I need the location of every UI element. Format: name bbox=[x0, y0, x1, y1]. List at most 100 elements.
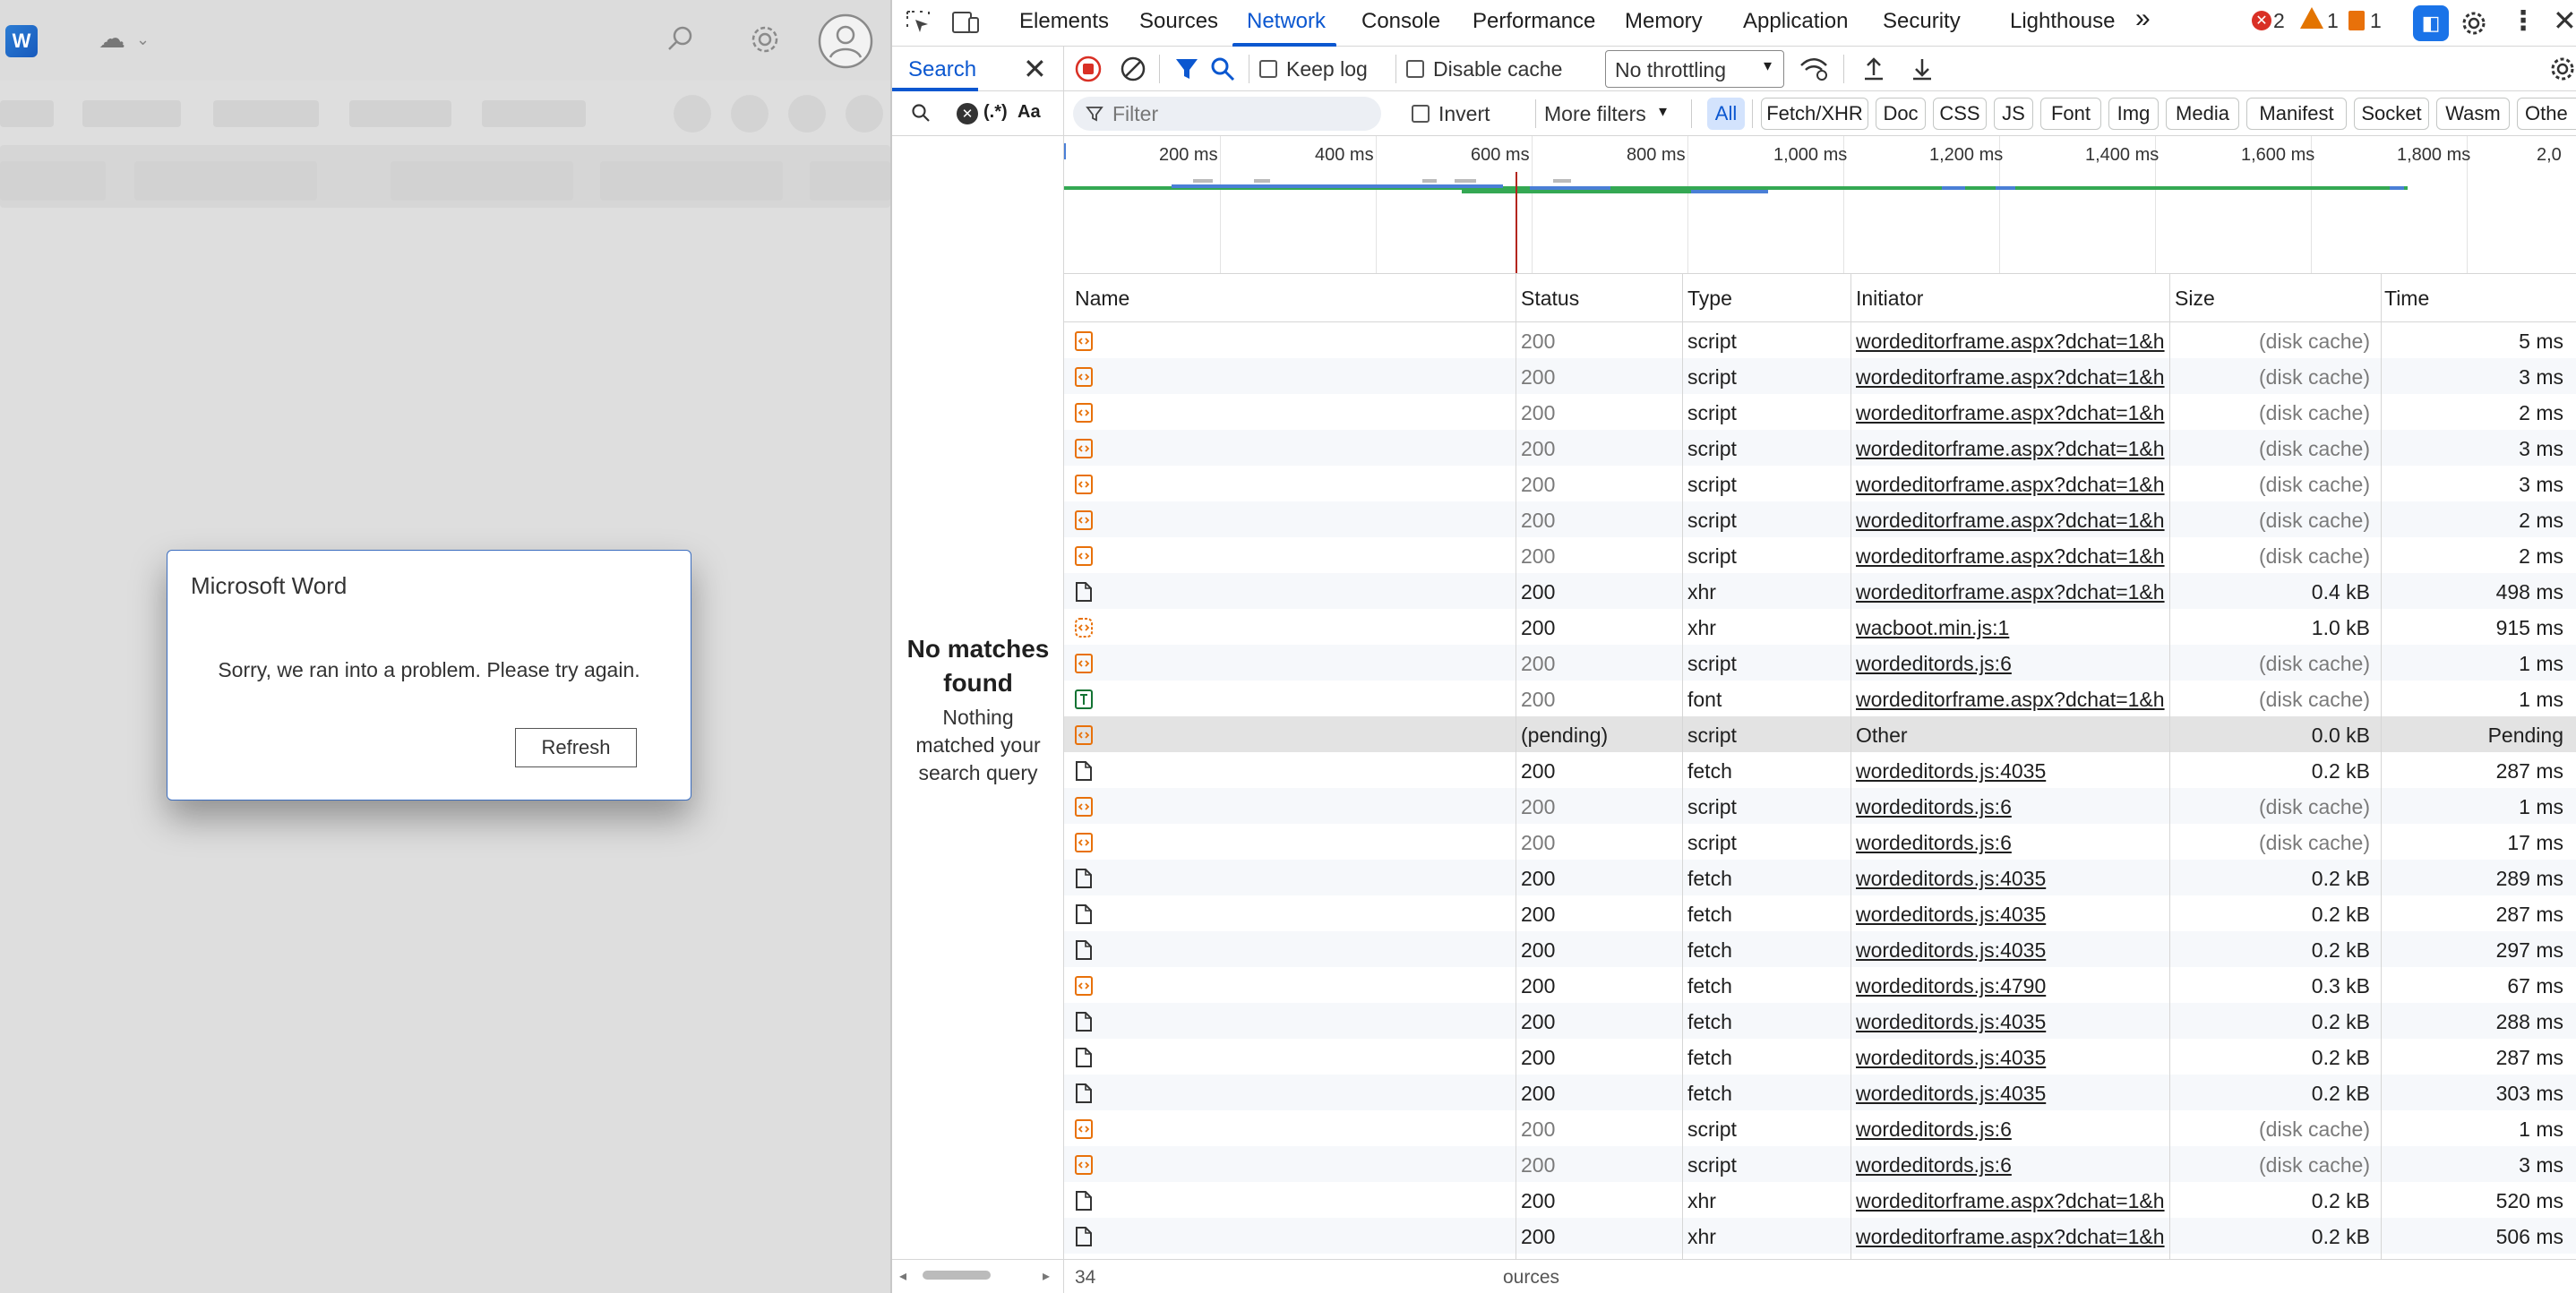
copilot-icon[interactable]: ◧ bbox=[2413, 5, 2449, 41]
column-header-initiator[interactable]: Initiator bbox=[1856, 287, 1923, 311]
error-count[interactable]: 2 bbox=[2273, 9, 2285, 33]
more-options-icon[interactable]: ⋮ bbox=[2510, 5, 2537, 37]
row-initiator-link[interactable]: wordeditorframe.aspx?dchat=1&h bbox=[1856, 473, 2169, 497]
invert-label[interactable]: Invert bbox=[1438, 102, 1490, 126]
filter-chip-img[interactable]: Img bbox=[2108, 98, 2159, 130]
tab-memory[interactable]: Memory bbox=[1625, 9, 1703, 34]
row-initiator-link[interactable]: wordeditords.js:6 bbox=[1856, 831, 2169, 855]
chevron-down-icon[interactable]: ⌄ bbox=[136, 30, 150, 49]
table-row[interactable]: 200 script wordeditorframe.aspx?dchat=1&h (… bbox=[1064, 501, 2576, 537]
row-initiator-link[interactable]: wordeditords.js:4035 bbox=[1856, 867, 2169, 891]
filter-chip-manifest[interactable]: Manifest bbox=[2246, 98, 2347, 130]
row-initiator-link[interactable]: wordeditorframe.aspx?dchat=1&h bbox=[1856, 365, 2169, 390]
tab-console[interactable]: Console bbox=[1361, 9, 1440, 34]
filter-chip-other[interactable]: Othe bbox=[2517, 98, 2576, 130]
table-row[interactable]: 200 script wordeditorframe.aspx?dchat=1&h (… bbox=[1064, 394, 2576, 430]
table-row[interactable]: 200 fetch wordeditords.js:4035 0.2 kB 303 ms bbox=[1064, 1075, 2576, 1110]
tab-performance[interactable]: Performance bbox=[1473, 9, 1595, 34]
tab-network[interactable]: Network bbox=[1247, 9, 1326, 34]
filter-chip-js[interactable]: JS bbox=[1994, 98, 2033, 130]
table-row[interactable]: 200 font wordeditorframe.aspx?dchat=1&h (di… bbox=[1064, 681, 2576, 716]
more-filters-dropdown[interactable]: More filters bbox=[1544, 102, 1646, 126]
filter-chip-socket[interactable]: Socket bbox=[2354, 98, 2429, 130]
table-row[interactable]: 200 script wordeditorframe.aspx?dchat=1&h (… bbox=[1064, 466, 2576, 501]
filter-input[interactable]: Filter bbox=[1073, 97, 1381, 131]
row-initiator-link[interactable]: wordeditords.js:6 bbox=[1856, 1117, 2169, 1142]
account-avatar-icon[interactable] bbox=[817, 13, 874, 70]
column-header-status[interactable]: Status bbox=[1521, 287, 1579, 311]
filter-chip-wasm[interactable]: Wasm bbox=[2436, 98, 2510, 130]
disable-cache-label[interactable]: Disable cache bbox=[1433, 57, 1562, 81]
search-panel-scrollbar[interactable]: ◂ ▸ bbox=[892, 1259, 1064, 1293]
more-tabs-button[interactable]: » bbox=[2135, 4, 2151, 34]
row-initiator-link[interactable]: wordeditords.js:4035 bbox=[1856, 1010, 2169, 1034]
warning-icon[interactable] bbox=[2300, 7, 2323, 29]
row-initiator-link[interactable]: wordeditords.js:6 bbox=[1856, 795, 2169, 819]
export-har-icon[interactable] bbox=[1910, 56, 1935, 82]
table-row[interactable]: 200 fetch wordeditords.js:4035 0.2 kB 287 ms bbox=[1064, 895, 2576, 931]
table-row[interactable]: 200 xhr wordeditorframe.aspx?dchat=1&h 0.2 … bbox=[1064, 1218, 2576, 1254]
network-conditions-icon[interactable] bbox=[1799, 56, 1829, 82]
settings-gear-icon[interactable] bbox=[2458, 7, 2490, 39]
search-panel-title[interactable]: Search bbox=[908, 57, 976, 82]
table-row[interactable]: 200 script wordeditords.js:6 (disk cache) 1 … bbox=[1064, 788, 2576, 824]
table-row[interactable]: 200 fetch wordeditords.js:4790 0.3 kB 67 ms bbox=[1064, 967, 2576, 1003]
column-divider[interactable] bbox=[1850, 274, 1851, 1259]
row-initiator-link[interactable]: wordeditorframe.aspx?dchat=1&h bbox=[1856, 1189, 2169, 1213]
row-initiator-link[interactable]: wordeditorframe.aspx?dchat=1&h bbox=[1856, 509, 2169, 533]
word-logo-icon[interactable]: W bbox=[5, 25, 38, 57]
column-header-type[interactable]: Type bbox=[1687, 287, 1732, 311]
column-divider[interactable] bbox=[2169, 274, 2170, 1259]
table-row[interactable]: 200 fetch wordeditords.js:4035 0.2 kB 289 ms bbox=[1064, 860, 2576, 895]
row-initiator-link[interactable]: wordeditorframe.aspx?dchat=1&h bbox=[1856, 330, 2169, 354]
import-har-icon[interactable] bbox=[1861, 56, 1886, 82]
scrollbar-thumb[interactable] bbox=[923, 1271, 991, 1280]
error-icon[interactable]: ✕ bbox=[2252, 11, 2271, 30]
row-initiator-link[interactable]: wordeditords.js:4035 bbox=[1856, 1082, 2169, 1106]
table-row[interactable]: 200 script wordeditords.js:6 (disk cache) 3 … bbox=[1064, 1146, 2576, 1182]
row-initiator-link[interactable]: wordeditords.js:4035 bbox=[1856, 938, 2169, 963]
network-settings-icon[interactable] bbox=[2547, 54, 2576, 84]
filter-chip-fetch-xhr[interactable]: Fetch/XHR bbox=[1761, 98, 1868, 130]
tab-sources[interactable]: Sources bbox=[1139, 9, 1218, 34]
column-header-size[interactable]: Size bbox=[2175, 287, 2215, 311]
row-initiator-link[interactable]: wordeditorframe.aspx?dchat=1&h bbox=[1856, 401, 2169, 425]
regex-toggle[interactable]: (.*) bbox=[983, 102, 1008, 123]
column-divider[interactable] bbox=[2381, 274, 2382, 1259]
row-initiator-link[interactable]: wordeditorframe.aspx?dchat=1&h bbox=[1856, 580, 2169, 604]
filter-chip-all[interactable]: All bbox=[1707, 98, 1745, 130]
invert-checkbox[interactable] bbox=[1412, 105, 1430, 123]
record-stop-icon[interactable] bbox=[1075, 56, 1102, 82]
row-initiator-link[interactable]: wordeditords.js:4035 bbox=[1856, 1046, 2169, 1070]
inspect-element-icon[interactable] bbox=[905, 9, 932, 36]
table-row[interactable]: 200 script wordeditorframe.aspx?dchat=1&h (… bbox=[1064, 358, 2576, 394]
table-row[interactable]: 200 xhr wacboot.min.js:1 1.0 kB 915 ms bbox=[1064, 609, 2576, 645]
tab-security[interactable]: Security bbox=[1883, 9, 1961, 34]
row-initiator-link[interactable]: wordeditorframe.aspx?dchat=1&h bbox=[1856, 688, 2169, 712]
keep-log-checkbox[interactable] bbox=[1259, 60, 1277, 78]
row-initiator-link[interactable]: wordeditorframe.aspx?dchat=1&h bbox=[1856, 1225, 2169, 1249]
refresh-button[interactable]: Refresh bbox=[515, 728, 637, 767]
gear-icon[interactable] bbox=[745, 20, 785, 59]
row-initiator-link[interactable]: wordeditorframe.aspx?dchat=1&h bbox=[1856, 437, 2169, 461]
row-initiator-link[interactable]: wordeditords.js:4790 bbox=[1856, 974, 2169, 998]
chevron-down-icon[interactable]: ▾ bbox=[1659, 102, 1667, 121]
tab-lighthouse[interactable]: Lighthouse bbox=[2010, 9, 2115, 34]
device-toolbar-icon[interactable] bbox=[951, 9, 980, 36]
table-row[interactable]: 200 script wordeditords.js:6 (disk cache) 1 … bbox=[1064, 1110, 2576, 1146]
row-initiator-link[interactable]: wordeditords.js:6 bbox=[1856, 1153, 2169, 1177]
clear-search-icon[interactable]: ✕ bbox=[957, 103, 978, 124]
table-row[interactable]: 200 script wordeditorframe.aspx?dchat=1&h (… bbox=[1064, 322, 2576, 358]
row-initiator-link[interactable]: wordeditords.js:4035 bbox=[1856, 759, 2169, 784]
search-network-icon[interactable] bbox=[1209, 56, 1236, 82]
column-header-time[interactable]: Time bbox=[2384, 287, 2429, 311]
table-row[interactable]: 200 script wordeditorframe.aspx?dchat=1&h (… bbox=[1064, 537, 2576, 573]
search-icon[interactable] bbox=[663, 21, 699, 57]
tab-application[interactable]: Application bbox=[1743, 9, 1848, 34]
column-divider[interactable] bbox=[1682, 274, 1683, 1259]
table-row[interactable]: 200 fetch wordeditords.js:4035 0.2 kB 297 ms bbox=[1064, 931, 2576, 967]
table-row[interactable]: 200 xhr wordeditorframe.aspx?dchat=1&h 0.2 … bbox=[1064, 1182, 2576, 1218]
row-initiator-link[interactable]: wordeditorframe.aspx?dchat=1&h bbox=[1856, 544, 2169, 569]
filter-chip-doc[interactable]: Doc bbox=[1876, 98, 1926, 130]
issues-icon[interactable] bbox=[2348, 11, 2365, 30]
